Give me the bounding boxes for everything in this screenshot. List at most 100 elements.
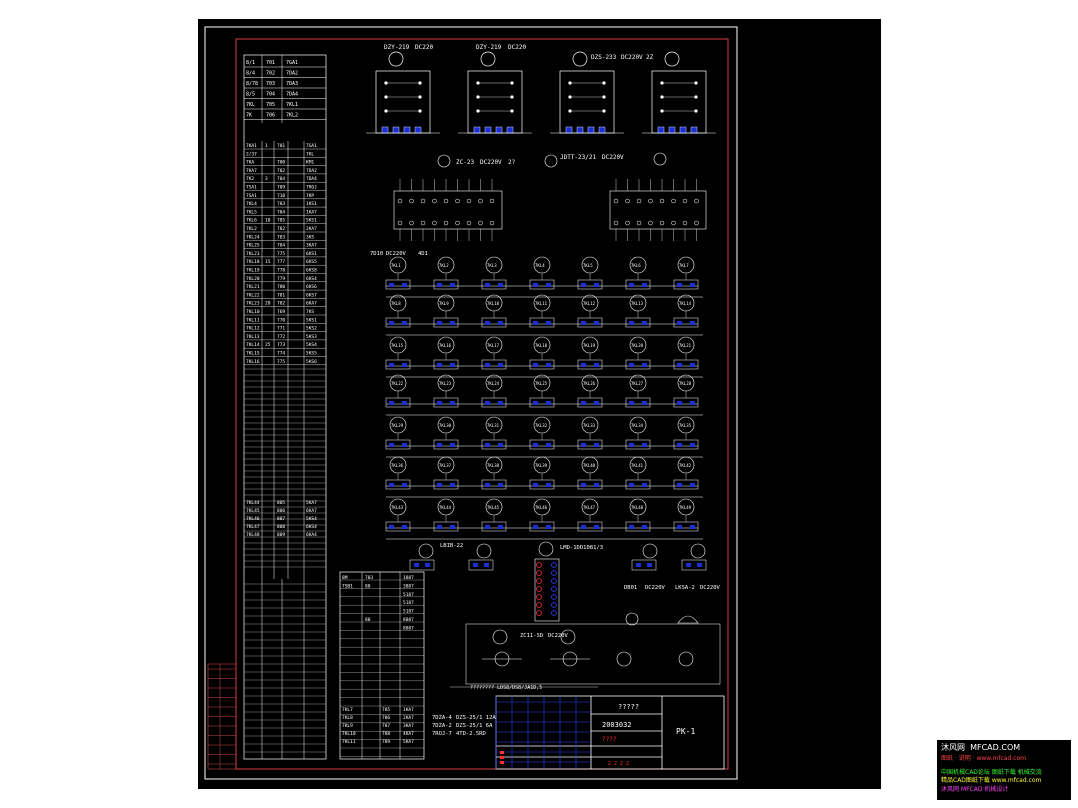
cad-drawing-sheet: 8/1 701 7GA1 8/4 702 7DA2 8/78 703 7DA3 8/5 704 7DA… bbox=[198, 19, 1072, 801]
strip-terminal bbox=[648, 220, 653, 226]
terminal-row-ref: 6KS7 bbox=[306, 292, 317, 298]
relay-type-2: DZY-219 bbox=[476, 44, 502, 51]
terminal-row-id: 7KL12 bbox=[246, 326, 260, 332]
terminal-row-number: 775 bbox=[277, 359, 285, 365]
relay-tag: 7KL18 bbox=[535, 343, 548, 348]
relay-node bbox=[694, 81, 698, 85]
relay-tag: 7KL10 bbox=[487, 301, 500, 306]
relay-contact-pad bbox=[546, 483, 551, 487]
terminal-row-ref: 7KL2 bbox=[286, 113, 298, 119]
terminal-row-ref: 7DA3 bbox=[286, 81, 298, 87]
title-grid-mark bbox=[500, 761, 504, 764]
terminal-row-number: 703 bbox=[365, 575, 373, 581]
relay-tag: 7KL32 bbox=[535, 423, 548, 428]
terminal-row-id: 7KL44 bbox=[246, 500, 260, 506]
terminal-row-id: 7KL2 bbox=[246, 226, 257, 232]
mid-type-2-voltage: DC220V bbox=[602, 154, 624, 161]
relay-contact-pad bbox=[690, 321, 695, 325]
relay-contact-pad bbox=[690, 283, 695, 287]
terminal-row-ref: 7KS bbox=[306, 309, 314, 315]
watermark-line-magenta: 沐风网 MFCAD 机械设计 bbox=[941, 786, 1009, 793]
relay-coil bbox=[653, 152, 667, 166]
relay-terminal bbox=[576, 126, 584, 134]
relay-tag: 7KL38 bbox=[487, 463, 500, 468]
relay-contact-pad bbox=[533, 483, 538, 487]
relay-grid: 7KL1 7KL2 7KL3 7KL4 7KL5 7KL6 7KL7 7KL8 7KL9 7KL1… bbox=[385, 256, 703, 540]
terminal-row-ref: 5KS5 bbox=[306, 351, 317, 357]
relay-contact-pad bbox=[642, 283, 647, 287]
terminal-row-ref: 6KS4 bbox=[306, 524, 317, 530]
terminal-row-id: 7KA7 bbox=[246, 168, 257, 174]
relay-node bbox=[510, 109, 514, 113]
relay-tag: 7KL27 bbox=[631, 381, 644, 386]
relay-tag: 7KL20 bbox=[631, 343, 644, 348]
relay-terminal bbox=[506, 126, 514, 134]
terminal-row-number: 808 bbox=[277, 524, 285, 530]
relay-contact-pad bbox=[414, 563, 419, 567]
relay-node bbox=[551, 594, 557, 600]
revision-mark-2: 2 2 2 2 bbox=[608, 761, 629, 767]
relay-tag: 7KL46 bbox=[535, 505, 548, 510]
terminal-row-ref: 7GA1 bbox=[306, 143, 317, 149]
mid-type-2: JDTT-23/21 bbox=[560, 154, 597, 161]
relay-tag: 7KL43 bbox=[391, 505, 404, 510]
terminal-row-id: 7KL18 bbox=[246, 259, 260, 265]
terminal-row-number: 20 bbox=[265, 301, 271, 307]
legend-tag-1: 7DZA-4 bbox=[432, 715, 453, 721]
bottom-circuits bbox=[409, 541, 721, 688]
relay-contact-pad bbox=[450, 401, 455, 405]
strip-terminal bbox=[671, 198, 676, 204]
terminal-row-number: 1 bbox=[265, 143, 268, 149]
terminal-row-id: 7KL16 bbox=[246, 359, 260, 365]
terminal-row-id: 7KL19 bbox=[246, 268, 260, 274]
relay-node bbox=[602, 95, 606, 99]
terminal-row-number: 787 bbox=[382, 723, 390, 729]
terminal-row-id: 7KL48 bbox=[246, 532, 260, 538]
terminal-row-id: 7KA bbox=[246, 160, 254, 166]
terminal-row-number: 3 bbox=[265, 176, 268, 182]
relay-contact-pad bbox=[677, 283, 682, 287]
strip-terminal bbox=[443, 220, 449, 226]
relay-node bbox=[418, 95, 422, 99]
terminal-row-ref: 7DA2 bbox=[286, 71, 298, 77]
terminal-row-ref: 5187 bbox=[403, 600, 414, 606]
terminal-row-number: 785 bbox=[382, 707, 390, 713]
relay-node bbox=[384, 81, 388, 85]
relay-node bbox=[418, 109, 422, 113]
relay-node bbox=[536, 594, 542, 600]
relay-contact-pad bbox=[437, 321, 442, 325]
terminal-row-number: 809 bbox=[277, 532, 285, 538]
relay-tag: 7KL34 bbox=[631, 423, 644, 428]
terminal-row-ref: 1887 bbox=[403, 575, 414, 581]
strip-terminal bbox=[455, 220, 460, 226]
relay-contact-box bbox=[681, 559, 707, 571]
terminal-row-ref: 5KS3 bbox=[306, 334, 317, 340]
relay-tag: 7KL11 bbox=[535, 301, 548, 306]
relay-node bbox=[536, 562, 542, 568]
relay-node bbox=[551, 578, 557, 584]
relay-contact-pad bbox=[581, 443, 586, 447]
legend-desc-1: DZS-25/1 12A bbox=[456, 715, 496, 721]
relay-contact-pad bbox=[642, 443, 647, 447]
terminal-row-ref: 2KA7 bbox=[403, 715, 414, 721]
terminal-strips bbox=[393, 152, 707, 241]
terminal-row-number: 806 bbox=[277, 508, 285, 514]
relay-contact-pad bbox=[485, 483, 490, 487]
relay-node bbox=[536, 578, 542, 584]
terminal-row-number: 704 bbox=[266, 92, 275, 98]
bottom-circuit-frame bbox=[465, 623, 721, 685]
terminal-row-id: 7KL25 bbox=[246, 243, 260, 249]
watermark-title: 沐风网 MFCAD.COM bbox=[941, 743, 1021, 752]
terminal-row-ref: 3887 bbox=[403, 583, 414, 589]
relay-tag: 7KL47 bbox=[583, 505, 596, 510]
terminal-row-id: 2/37 bbox=[246, 151, 257, 157]
relay-coil bbox=[690, 543, 706, 559]
relay-contact-pad bbox=[677, 363, 682, 367]
relay-node bbox=[536, 602, 542, 608]
relay-contact-pad bbox=[581, 525, 586, 529]
relay-coil bbox=[480, 51, 496, 67]
relay-tag: 7KL21 bbox=[679, 343, 692, 348]
contactor-type: ZC11-SD bbox=[520, 633, 543, 639]
terminal-row-ref: 7KL1 bbox=[286, 102, 298, 108]
terminal-row-number: 807 bbox=[277, 516, 285, 522]
